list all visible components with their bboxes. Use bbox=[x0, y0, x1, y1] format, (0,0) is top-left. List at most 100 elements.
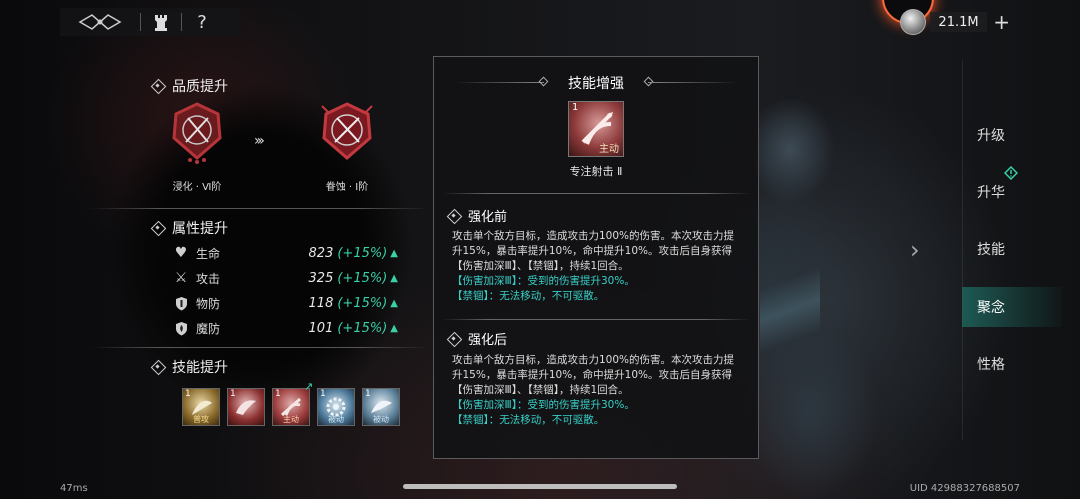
nav-label: 技能 bbox=[977, 242, 1005, 258]
before-note-2: 【禁锢】：无法移动，不可驱散。 bbox=[452, 290, 605, 302]
user-id: UID 42988327688507 bbox=[909, 483, 1020, 494]
skill-tag: 被动 bbox=[373, 415, 389, 424]
notice-diamond-icon bbox=[1004, 166, 1018, 180]
top-bar: ? bbox=[60, 8, 240, 36]
latency-readout: 47ms bbox=[60, 483, 88, 494]
after-heading: 强化后 bbox=[446, 329, 507, 348]
quality-to-label: 眷蚀 · Ⅰ阶 bbox=[325, 182, 369, 193]
stat-value: 325 bbox=[308, 270, 334, 286]
skill-slot-5[interactable]: 1 被动 bbox=[362, 388, 400, 426]
panel-divider bbox=[442, 319, 750, 320]
diamond-icon bbox=[150, 78, 166, 94]
before-heading: 强化前 bbox=[446, 206, 507, 225]
stat-row-attack: ⚔ 攻击 325 (+15%) ▲ bbox=[172, 268, 398, 288]
before-description: 攻击单个敌方目标，造成攻击力100%的伤害。本次攻击力提升15%，暴击率提升10… bbox=[452, 229, 742, 304]
attributes-heading: 属性提升 bbox=[150, 218, 228, 238]
stat-row-hp: ♥ 生命 823 (+15%) ▲ bbox=[172, 243, 398, 263]
skill-tag: 被动 bbox=[328, 415, 344, 424]
currency-display: 21.1M + bbox=[900, 8, 1010, 36]
home-indicator[interactable] bbox=[403, 484, 677, 489]
stat-value: 823 bbox=[308, 245, 334, 261]
flame-shield-icon bbox=[172, 319, 190, 337]
after-note-1: 【伤害加深Ⅲ】：受到的伤害提升30%。 bbox=[452, 399, 635, 411]
character-weapon bbox=[760, 160, 820, 460]
stat-row-phys-def: 物防 118 (+15%) ▲ bbox=[172, 293, 398, 313]
tower-icon bbox=[155, 15, 167, 31]
nav-item-focus[interactable]: 聚念 bbox=[962, 287, 1062, 327]
after-text: 攻击单个敌方目标，造成攻击力100%的伤害。本次攻击力提升15%，暴击率提升10… bbox=[452, 354, 735, 396]
skill-tag: 普攻 bbox=[193, 415, 209, 424]
stat-value: 101 bbox=[308, 320, 334, 336]
heart-icon: ♥ bbox=[174, 245, 188, 261]
arrow-up-icon: ▲ bbox=[390, 247, 398, 259]
skill-tag: 主动 bbox=[599, 144, 619, 155]
arrow-up-icon: ▲ bbox=[390, 272, 398, 284]
nav-label: 聚念 bbox=[977, 300, 1005, 316]
attributes-heading-label: 属性提升 bbox=[172, 221, 228, 237]
back-logo-button[interactable] bbox=[60, 8, 140, 36]
quality-from-emblem-icon bbox=[172, 102, 222, 164]
before-heading-label: 强化前 bbox=[468, 210, 508, 225]
stat-row-magic-def: 魔防 101 (+15%) ▲ bbox=[172, 318, 398, 338]
after-note-2: 【禁锢】：无法移动，不可驱散。 bbox=[452, 414, 605, 426]
quality-heading: 品质提升 bbox=[150, 76, 228, 96]
game-logo-icon bbox=[78, 14, 122, 30]
nav-item-skills[interactable]: 技能 bbox=[962, 229, 1062, 269]
skill-slot-2[interactable]: 1 bbox=[227, 388, 265, 426]
diamond-icon bbox=[150, 359, 166, 375]
panel-skill-name: 专注射击 Ⅱ bbox=[569, 165, 623, 178]
before-text: 攻击单个敌方目标，造成攻击力100%的伤害。本次攻击力提升15%，暴击率提升10… bbox=[452, 230, 735, 272]
skill-slot-4[interactable]: 1 被动 bbox=[317, 388, 355, 426]
skill-slot-1[interactable]: 1 普攻 bbox=[182, 388, 220, 426]
stat-value: 118 bbox=[308, 295, 334, 311]
quality-heading-label: 品质提升 bbox=[172, 79, 228, 95]
nav-label: 升级 bbox=[977, 128, 1005, 144]
stat-name: 生命 bbox=[196, 246, 221, 261]
stat-increase: (+15%) bbox=[337, 295, 388, 311]
tower-button[interactable] bbox=[141, 8, 181, 36]
upgrade-arrows-icon: ››› bbox=[254, 133, 265, 149]
chevron-right-icon[interactable]: › bbox=[910, 236, 920, 264]
panel-skill-icon[interactable]: 1 主动 bbox=[568, 101, 624, 157]
skill-slot-3[interactable]: 1 主动 bbox=[272, 388, 310, 426]
after-description: 攻击单个敌方目标，造成攻击力100%的伤害。本次攻击力提升15%，暴击率提升10… bbox=[452, 353, 742, 428]
stat-increase: (+15%) bbox=[337, 320, 388, 336]
quality-to-emblem-icon bbox=[321, 102, 373, 160]
nav-item-upgrade[interactable]: 升级 bbox=[962, 115, 1062, 155]
stat-name: 物防 bbox=[196, 296, 221, 311]
help-icon: ? bbox=[197, 11, 207, 33]
stat-name: 魔防 bbox=[196, 321, 221, 336]
add-currency-button[interactable]: + bbox=[993, 12, 1010, 32]
arrow-up-icon: ▲ bbox=[390, 297, 398, 309]
flurry-icon bbox=[236, 400, 256, 415]
panel-divider bbox=[442, 193, 750, 194]
diamond-icon bbox=[446, 208, 462, 224]
diamond-icon bbox=[446, 331, 462, 347]
nav-item-personality[interactable]: 性格 bbox=[962, 344, 1062, 384]
title-ornament bbox=[648, 82, 738, 83]
skills-heading-label: 技能提升 bbox=[172, 360, 228, 376]
stat-name: 攻击 bbox=[196, 271, 221, 286]
stat-increase: (+15%) bbox=[337, 270, 388, 286]
diamond-icon bbox=[150, 220, 166, 236]
skill-upgrade-arrow-icon: ↗ bbox=[304, 380, 314, 393]
stat-increase: (+15%) bbox=[337, 245, 388, 261]
before-note-1: 【伤害加深Ⅲ】：受到的伤害提升30%。 bbox=[452, 275, 635, 287]
currency-amount: 21.1M bbox=[929, 12, 988, 32]
skill-tag: 主动 bbox=[283, 415, 299, 424]
skills-heading: 技能提升 bbox=[150, 357, 228, 377]
skill-enhance-panel: 技能增强 1 主动 专注射击 Ⅱ 强化前 攻击单个敌方目标，造成攻击力100%的… bbox=[433, 56, 759, 459]
help-button[interactable]: ? bbox=[182, 8, 222, 36]
after-heading-label: 强化后 bbox=[468, 333, 508, 348]
arrow-up-icon: ▲ bbox=[390, 322, 398, 334]
section-divider bbox=[90, 347, 430, 348]
nav-label: 升华 bbox=[977, 185, 1005, 201]
panel-title: 技能增强 bbox=[568, 76, 624, 92]
nav-item-ascend[interactable]: 升华 bbox=[962, 166, 1062, 212]
section-divider bbox=[90, 208, 430, 209]
swords-icon: ⚔ bbox=[174, 270, 188, 286]
shield-icon bbox=[172, 294, 190, 312]
quality-from-label: 浸化 · Ⅵ阶 bbox=[172, 182, 222, 193]
nav-label: 性格 bbox=[977, 357, 1005, 373]
coin-icon bbox=[900, 9, 926, 35]
